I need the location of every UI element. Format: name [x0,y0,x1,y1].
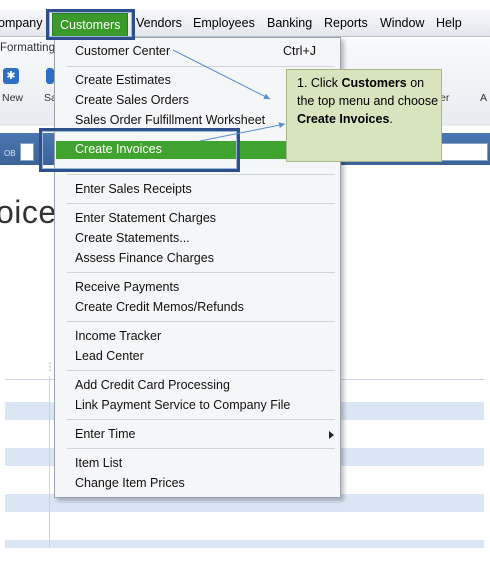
callout-create-invoices: Create Invoices [297,112,390,126]
arrow-to-customers [172,49,271,100]
instruction-callout: 1. Click Customers on the top menu and c… [286,69,442,162]
callout-customers: Customers [341,76,407,90]
callout-suffix: . [389,112,393,126]
callout-prefix: 1. Click [297,76,342,90]
arrow-to-create-invoices [199,122,286,142]
